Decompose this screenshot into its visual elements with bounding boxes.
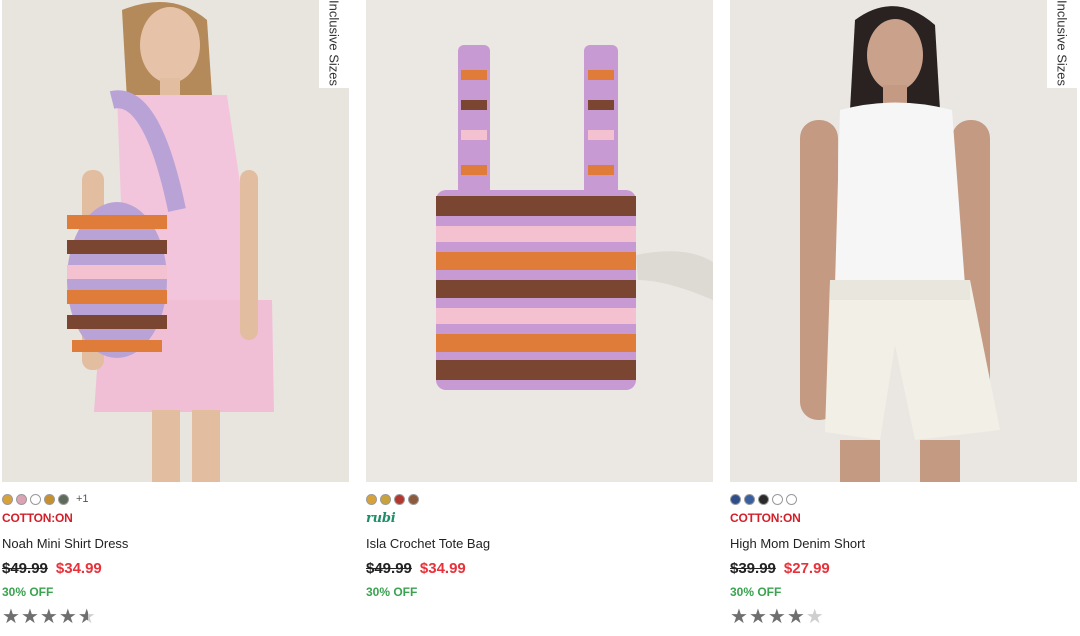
- price-row: $49.99 $34.99: [2, 560, 349, 577]
- product-name[interactable]: Isla Crochet Tote Bag: [366, 536, 713, 551]
- original-price: $49.99: [2, 560, 48, 577]
- color-swatch[interactable]: [394, 493, 405, 505]
- star-icon: ★: [58, 606, 77, 628]
- color-swatch[interactable]: [758, 493, 769, 505]
- color-swatches: [730, 493, 1077, 505]
- product-image[interactable]: [366, 0, 713, 482]
- color-swatch[interactable]: [786, 493, 797, 505]
- discount-label: 30% OFF: [366, 585, 418, 599]
- star-icon: ★: [20, 606, 39, 628]
- original-price: $49.99: [366, 560, 412, 577]
- color-swatches: [366, 493, 713, 505]
- product-card[interactable]: Inclusive Sizes COTTON:ON High Mom Denim…: [730, 0, 1077, 627]
- product-name[interactable]: Noah Mini Shirt Dress: [2, 536, 349, 551]
- star-icon: ★: [805, 606, 824, 628]
- more-colors-count[interactable]: +1: [76, 493, 89, 505]
- inclusive-sizes-tag: Inclusive Sizes: [1047, 0, 1077, 88]
- star-icon: ★: [767, 606, 786, 628]
- color-swatches: +1: [2, 493, 349, 505]
- color-swatch[interactable]: [30, 493, 41, 505]
- sale-price: $34.99: [419, 560, 466, 577]
- star-icon: ★: [77, 606, 96, 628]
- brand-logo: COTTON:ON: [730, 511, 801, 525]
- color-swatch[interactable]: [44, 493, 55, 505]
- product-card[interactable]: rubi Isla Crochet Tote Bag $49.99 $34.99…: [366, 0, 713, 599]
- brand-logo: COTTON:ON: [2, 511, 73, 525]
- color-swatch[interactable]: [408, 493, 419, 505]
- star-icon: ★: [2, 606, 20, 628]
- star-icon: ★: [730, 606, 748, 628]
- color-swatch[interactable]: [2, 493, 13, 505]
- product-card[interactable]: Inclusive Sizes +1 COTTON:ON Noah Mini S…: [2, 0, 349, 627]
- color-swatch[interactable]: [730, 493, 741, 505]
- color-swatch[interactable]: [366, 493, 377, 505]
- product-image[interactable]: Inclusive Sizes: [730, 0, 1077, 482]
- color-swatch[interactable]: [772, 493, 783, 505]
- rating-stars: ★ ★ ★ ★ ★: [2, 607, 349, 627]
- discount-label: 30% OFF: [2, 585, 54, 599]
- star-icon: ★: [748, 606, 767, 628]
- color-swatch[interactable]: [380, 493, 391, 505]
- color-swatch[interactable]: [58, 493, 69, 505]
- product-name[interactable]: High Mom Denim Short: [730, 536, 1077, 551]
- discount-label: 30% OFF: [730, 585, 782, 599]
- price-row: $39.99 $27.99: [730, 560, 1077, 577]
- brand-logo: rubi: [366, 511, 396, 526]
- original-price: $39.99: [730, 560, 776, 577]
- color-swatch[interactable]: [744, 493, 755, 505]
- inclusive-sizes-tag: Inclusive Sizes: [319, 0, 349, 88]
- sale-price: $27.99: [783, 560, 830, 577]
- star-icon: ★: [39, 606, 58, 628]
- rating-stars: ★ ★ ★ ★ ★: [730, 607, 1077, 627]
- star-icon: ★: [786, 606, 805, 628]
- product-image[interactable]: Inclusive Sizes: [2, 0, 349, 482]
- sale-price: $34.99: [55, 560, 102, 577]
- product-grid: Inclusive Sizes +1 COTTON:ON Noah Mini S…: [0, 0, 1080, 636]
- color-swatch[interactable]: [16, 493, 27, 505]
- price-row: $49.99 $34.99: [366, 560, 713, 577]
